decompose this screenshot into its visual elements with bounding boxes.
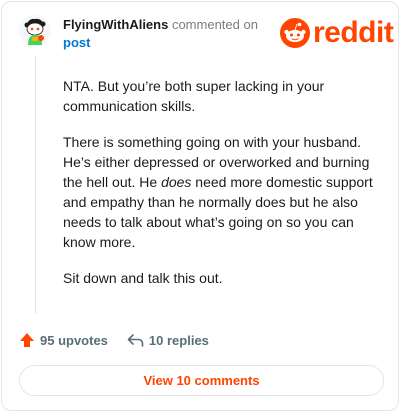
comment-paragraph: There is something going on with your hu… xyxy=(63,132,383,252)
comment-meta: FlyingWithAliens commented on xyxy=(63,17,258,32)
comment-actions: 95 upvotes 10 replies xyxy=(19,332,209,348)
reply-arrow-icon xyxy=(127,334,144,347)
avatar[interactable] xyxy=(19,15,51,47)
upvote-count: 95 upvotes xyxy=(40,332,108,348)
post-link[interactable]: post xyxy=(63,35,90,50)
reddit-snoo-icon xyxy=(280,18,310,48)
replies-button[interactable]: 10 replies xyxy=(127,332,209,348)
view-comments-button[interactable]: View 10 comments xyxy=(19,365,384,396)
upvote-arrow-icon xyxy=(20,333,34,347)
reply-count: 10 replies xyxy=(148,332,209,348)
reddit-logo[interactable]: reddit xyxy=(280,16,394,49)
action-text: commented on xyxy=(171,17,258,32)
comment-paragraph: NTA. But you’re both super lacking in yo… xyxy=(63,78,325,114)
comment-emphasis: does xyxy=(161,174,192,190)
upvote-button[interactable]: 95 upvotes xyxy=(19,332,108,348)
snoo-avatar-icon xyxy=(19,15,51,47)
comment-card: FlyingWithAliens commented on post reddi… xyxy=(1,1,399,411)
username[interactable]: FlyingWithAliens xyxy=(63,17,168,32)
reddit-wordmark: reddit xyxy=(313,16,394,49)
thread-line[interactable] xyxy=(35,56,36,314)
comment-paragraph: Sit down and talk this out. xyxy=(63,270,223,286)
comment-body: NTA. But you’re both super lacking in yo… xyxy=(63,76,383,304)
